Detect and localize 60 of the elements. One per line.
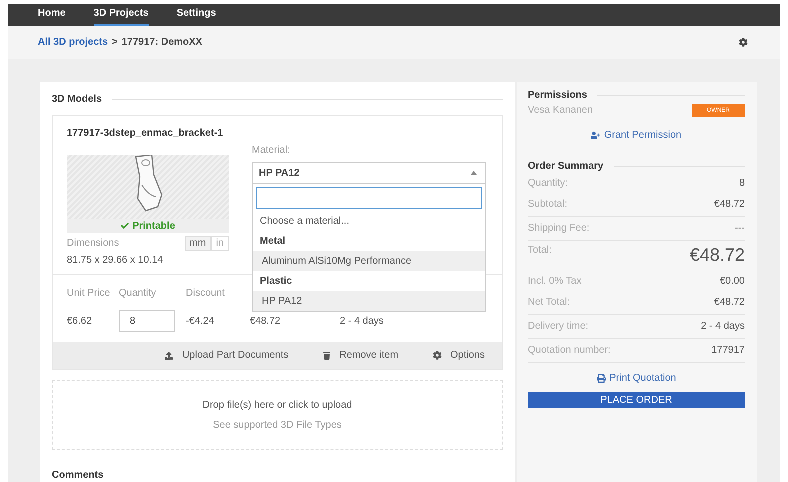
section-title: 3D Models — [52, 94, 102, 105]
print-quotation-link[interactable]: Print Quotation — [596, 373, 676, 384]
dimensions-label: Dimensions — [67, 238, 120, 249]
add-user-icon — [591, 131, 600, 140]
summary-value: --- — [735, 223, 745, 234]
dropdown-option[interactable]: HP PA12 — [253, 291, 485, 311]
column-header: Quantity — [119, 288, 158, 299]
material-label: Material: — [252, 145, 292, 156]
nav-tab[interactable]: Settings — [176, 4, 216, 26]
summary-label: Net Total: — [528, 297, 570, 308]
dimensions-value: 81.75 x 29.66 x 10.14 — [67, 255, 164, 266]
quantity-field[interactable]: 8 — [119, 310, 175, 332]
settings-icon[interactable] — [739, 38, 748, 47]
discount: -€4.24 — [186, 316, 216, 326]
breadcrumb-current: 177917: DemoXX — [122, 36, 202, 48]
breadcrumb-link[interactable]: All 3D projects — [38, 36, 108, 48]
delivery-time: 2 - 4 days — [340, 316, 385, 326]
summary-label: Total: — [528, 245, 552, 256]
summary-label: Incl. 0% Tax — [528, 276, 582, 287]
printer-icon — [596, 374, 606, 383]
check-icon — [120, 222, 129, 230]
section-title: Order Summary — [528, 161, 604, 172]
column-header: Discount — [186, 288, 226, 299]
dropzone-text: Drop file(s) here or click to upload — [202, 400, 352, 410]
summary-label: Delivery time: — [528, 321, 589, 332]
action-link[interactable]: Remove item — [322, 350, 399, 361]
summary-value: €48.72 — [690, 245, 745, 266]
unit-toggle[interactable]: mm — [184, 236, 212, 251]
nav-tab[interactable]: Home — [38, 4, 66, 26]
summary-value: 2 - 4 days — [701, 321, 745, 332]
search-field[interactable] — [256, 187, 482, 209]
material-select[interactable]: HP PA12 — [252, 162, 486, 184]
grant-permission-link[interactable]: Grant Permission — [591, 130, 682, 141]
summary-value: 8 — [739, 178, 745, 189]
action-link[interactable]: Upload Part Documents — [165, 350, 289, 361]
place-order-button[interactable]: PLACE ORDER — [528, 392, 745, 408]
section-title: Comments — [52, 470, 104, 481]
summary-value: €48.72 — [714, 297, 745, 308]
caret-icon — [471, 171, 477, 175]
summary-label: Quotation number: — [528, 345, 611, 356]
section-title: Permissions — [528, 90, 588, 101]
summary-label: Subtotal: — [528, 199, 568, 210]
unit-price: €6.62 — [67, 316, 94, 326]
user-name: Vesa Kananen — [528, 105, 594, 116]
line-total: €48.72 — [250, 316, 282, 326]
summary-value: 177917 — [712, 345, 745, 356]
summary-label: Quantity: — [528, 178, 568, 189]
summary-value: €48.72 — [714, 199, 745, 210]
upload-icon — [165, 352, 174, 360]
upload-dropzone[interactable]: Drop file(s) here or click to upload See supported 3D File Types — [52, 380, 503, 450]
summary-value: €0.00 — [720, 276, 745, 287]
trash-icon — [322, 352, 331, 360]
gear-icon — [432, 351, 442, 360]
column-header: Unit Price — [67, 288, 112, 299]
action-link[interactable]: Options — [432, 350, 485, 361]
breadcrumb-separator: > — [112, 36, 118, 48]
model-name: 177917-3dstep_enmac_bracket-1 — [67, 128, 224, 139]
dropdown-option[interactable]: Aluminum AlSi10Mg Performance — [253, 251, 485, 271]
status-text: Printable — [132, 220, 176, 232]
summary-label: Shipping Fee: — [528, 223, 590, 234]
